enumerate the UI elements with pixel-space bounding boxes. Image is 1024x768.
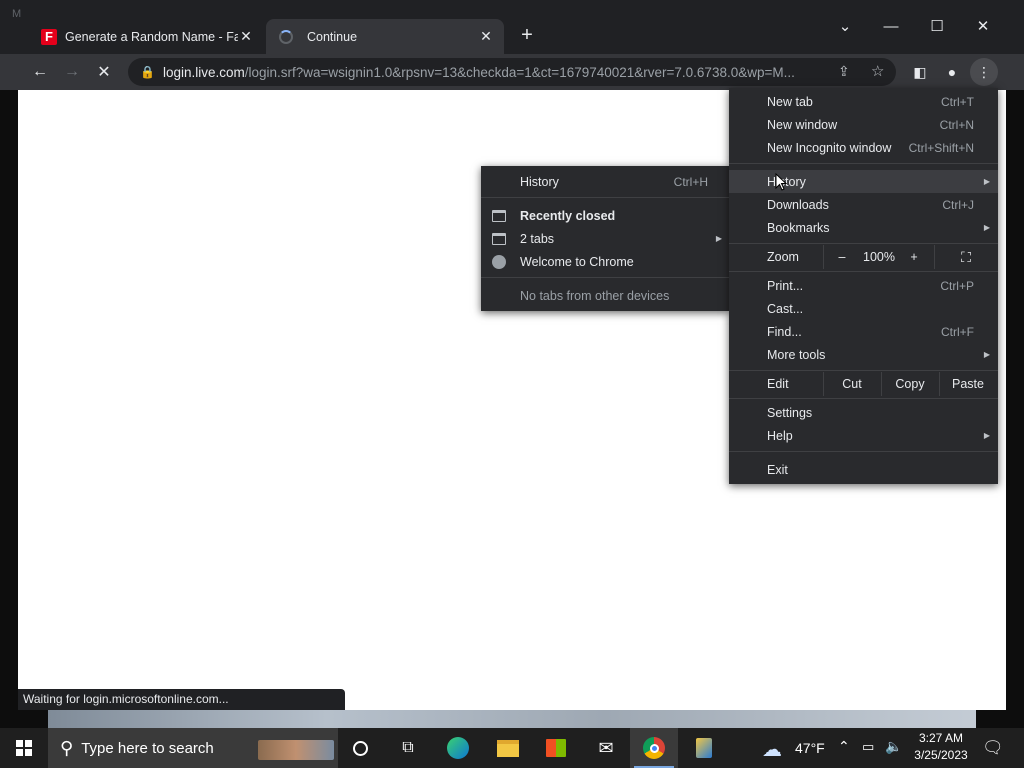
new-window-menu-item[interactable]: New window Ctrl+N [729, 113, 998, 136]
exit-menu-item[interactable]: Exit [729, 458, 998, 481]
tab-title: Generate a Random Name - Fake [65, 29, 238, 44]
notifications-icon[interactable]: 🗨 [982, 738, 1004, 758]
tab-title: Continue [307, 29, 358, 44]
two-tabs-item[interactable]: 2 tabs ▶ [481, 227, 730, 250]
chevron-up-icon[interactable]: ⌃ [838, 738, 850, 755]
search-placeholder: Type here to search [81, 739, 214, 757]
paste-button[interactable]: Paste [940, 372, 996, 396]
address-bar[interactable]: 🔒 login.live.com/login.srf?wa=wsignin1.0… [128, 58, 896, 86]
recently-closed-heading: Recently closed [481, 204, 730, 227]
task-view-icon[interactable]: ⧉ [384, 728, 432, 768]
tab-icon [492, 232, 506, 245]
file-explorer-icon[interactable] [484, 728, 532, 768]
no-tabs-other-devices: No tabs from other devices [520, 288, 670, 303]
submenu-arrow-icon: ▶ [715, 234, 722, 243]
print-menu-item[interactable]: Print... Ctrl+P [729, 274, 998, 297]
history-menu-item[interactable]: History Ctrl+H [481, 170, 730, 193]
search-icon: ⚲ [60, 737, 74, 758]
taskbar-search-box[interactable]: ⚲ Type here to search [48, 728, 338, 768]
copy-button[interactable]: Copy [882, 372, 938, 396]
back-button[interactable]: ← [26, 58, 54, 86]
forward-button[interactable]: → [58, 58, 86, 86]
clock-date: 3/25/2023 [914, 748, 968, 762]
fake-name-favicon-icon: F [41, 28, 57, 45]
downloads-menu-item[interactable]: Downloads Ctrl+J [729, 193, 998, 216]
submenu-arrow-icon: ▶ [983, 177, 990, 186]
menu-kebab-icon[interactable]: ⋮ [970, 58, 998, 86]
cortana-icon[interactable] [336, 728, 384, 768]
tab-search-icon[interactable]: ⌄ [822, 12, 868, 40]
minimize-button[interactable]: — [868, 12, 914, 40]
tab-generate-random-name[interactable]: F Generate a Random Name - Fake ✕ [28, 19, 264, 54]
close-tab-icon[interactable]: ✕ [478, 28, 494, 45]
maximize-button[interactable]: ☐ [914, 12, 960, 40]
tab-icon [492, 209, 506, 222]
zoom-out-button[interactable]: – [825, 245, 859, 269]
clock-time: 3:27 AM [918, 731, 964, 745]
window-corner-letter: M [12, 8, 22, 20]
windows-start-icon[interactable] [0, 728, 48, 768]
chrome-main-menu: New tab Ctrl+T New window Ctrl+N New Incog… [729, 88, 998, 484]
bookmark-star-icon[interactable]: ☆ [871, 62, 884, 80]
history-submenu: History Ctrl+H Recently closed 2 tabs ▶ … [481, 166, 730, 311]
zoom-row: Zoom – 100% + ⛶ [729, 245, 998, 269]
welcome-to-chrome-item[interactable]: Welcome to Chrome [481, 250, 730, 273]
loading-spinner-icon [279, 29, 293, 44]
profile-icon[interactable]: ● [938, 58, 966, 86]
globe-icon [492, 254, 506, 269]
settings-menu-item[interactable]: Settings [729, 401, 998, 424]
find-menu-item[interactable]: Find... Ctrl+F [729, 320, 998, 343]
status-bar: Waiting for login.microsoftonline.com... [18, 689, 345, 710]
close-window-button[interactable]: ✕ [960, 12, 1006, 40]
weather-cloud-icon[interactable]: ☁ [762, 737, 782, 762]
zoom-in-button[interactable]: + [899, 245, 929, 269]
mouse-cursor-icon [775, 173, 787, 191]
desktop-wallpaper [48, 710, 976, 728]
fullscreen-icon[interactable]: ⛶ [936, 245, 996, 269]
stop-loading-button[interactable]: ✕ [90, 58, 118, 86]
volume-icon[interactable]: 🔈 [885, 738, 902, 755]
taskbar-clock[interactable]: 3:27 AM 3/25/2023 [910, 730, 972, 764]
search-highlight-image [258, 740, 334, 760]
tab-continue[interactable]: Continue ✕ [266, 19, 504, 54]
chrome-icon[interactable] [630, 728, 678, 768]
more-tools-menu-item[interactable]: More tools ▶ [729, 343, 998, 366]
documents-app-icon[interactable] [680, 728, 728, 768]
microsoft-store-icon[interactable] [532, 728, 580, 768]
mail-icon[interactable]: ✉ [582, 728, 630, 768]
cut-button[interactable]: Cut [824, 372, 880, 396]
cast-menu-item[interactable]: Cast... [729, 297, 998, 320]
share-icon[interactable]: ⇪ [838, 63, 850, 80]
edge-icon[interactable] [434, 728, 482, 768]
bookmarks-menu-item[interactable]: Bookmarks ▶ [729, 216, 998, 239]
history-menu-item[interactable]: History ▶ [729, 170, 998, 193]
weather-temp[interactable]: 47°F [795, 740, 825, 756]
side-panel-icon[interactable]: ◧ [906, 58, 934, 86]
new-tab-menu-item[interactable]: New tab Ctrl+T [729, 90, 998, 113]
edit-row: Edit Cut Copy Paste [729, 372, 998, 396]
url-text: login.live.com/login.srf?wa=wsignin1.0&r… [162, 64, 795, 80]
close-tab-icon[interactable]: ✕ [238, 28, 254, 45]
help-menu-item[interactable]: Help ▶ [729, 424, 998, 447]
zoom-level: 100% [863, 250, 895, 264]
submenu-arrow-icon: ▶ [983, 431, 990, 440]
new-incognito-menu-item[interactable]: New Incognito window Ctrl+Shift+N [729, 136, 998, 159]
new-tab-button[interactable]: + [513, 24, 541, 48]
lock-icon: 🔒 [140, 65, 155, 79]
network-icon[interactable]: ▭ [862, 739, 874, 755]
submenu-arrow-icon: ▶ [983, 350, 990, 359]
submenu-arrow-icon: ▶ [983, 223, 990, 232]
